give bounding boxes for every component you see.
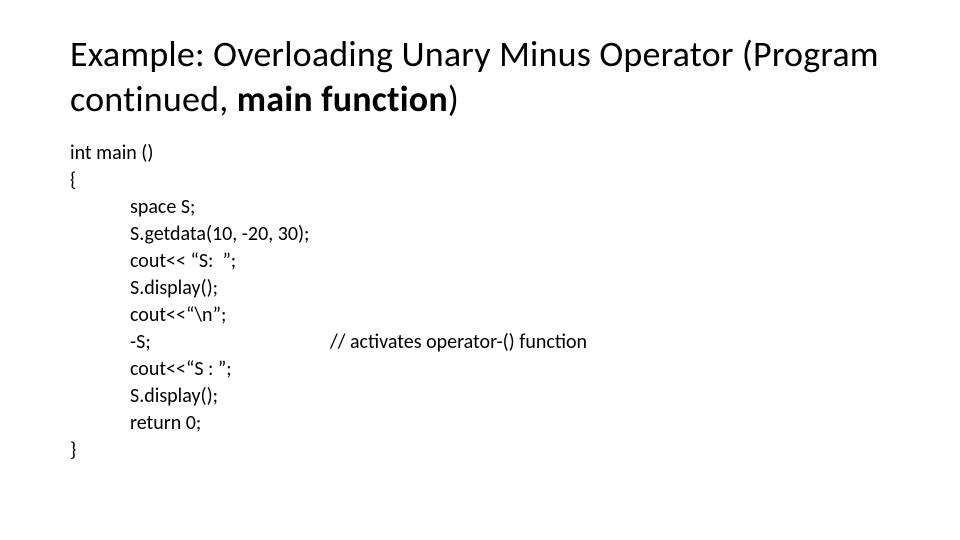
code-line: { bbox=[70, 167, 890, 194]
code-line: cout<<“S : ”; bbox=[70, 356, 890, 383]
code-stmt: -S; bbox=[130, 329, 330, 356]
code-line: S.getdata(10, -20, 30); bbox=[70, 221, 890, 248]
title-part-1: Example: Overloading Unary Minus Operato… bbox=[70, 32, 879, 121]
title-part-2: ) bbox=[448, 77, 459, 121]
code-block: int main () { space S; S.getdata(10, -20… bbox=[70, 140, 890, 464]
code-line: int main () bbox=[70, 140, 890, 167]
code-comment: // activates operator-() function bbox=[330, 329, 587, 356]
code-line: S.display(); bbox=[70, 383, 890, 410]
title-bold: main function bbox=[237, 77, 448, 121]
code-line: cout<< “S: ”; bbox=[70, 248, 890, 275]
code-line: -S;// activates operator-() function bbox=[70, 329, 890, 356]
slide-title: Example: Overloading Unary Minus Operato… bbox=[70, 32, 890, 122]
code-line: S.display(); bbox=[70, 275, 890, 302]
code-line: cout<<“\n”; bbox=[70, 302, 890, 329]
code-line: space S; bbox=[70, 194, 890, 221]
code-line: } bbox=[70, 437, 890, 464]
slide: Example: Overloading Unary Minus Operato… bbox=[0, 0, 960, 540]
code-line: return 0; bbox=[70, 410, 890, 437]
